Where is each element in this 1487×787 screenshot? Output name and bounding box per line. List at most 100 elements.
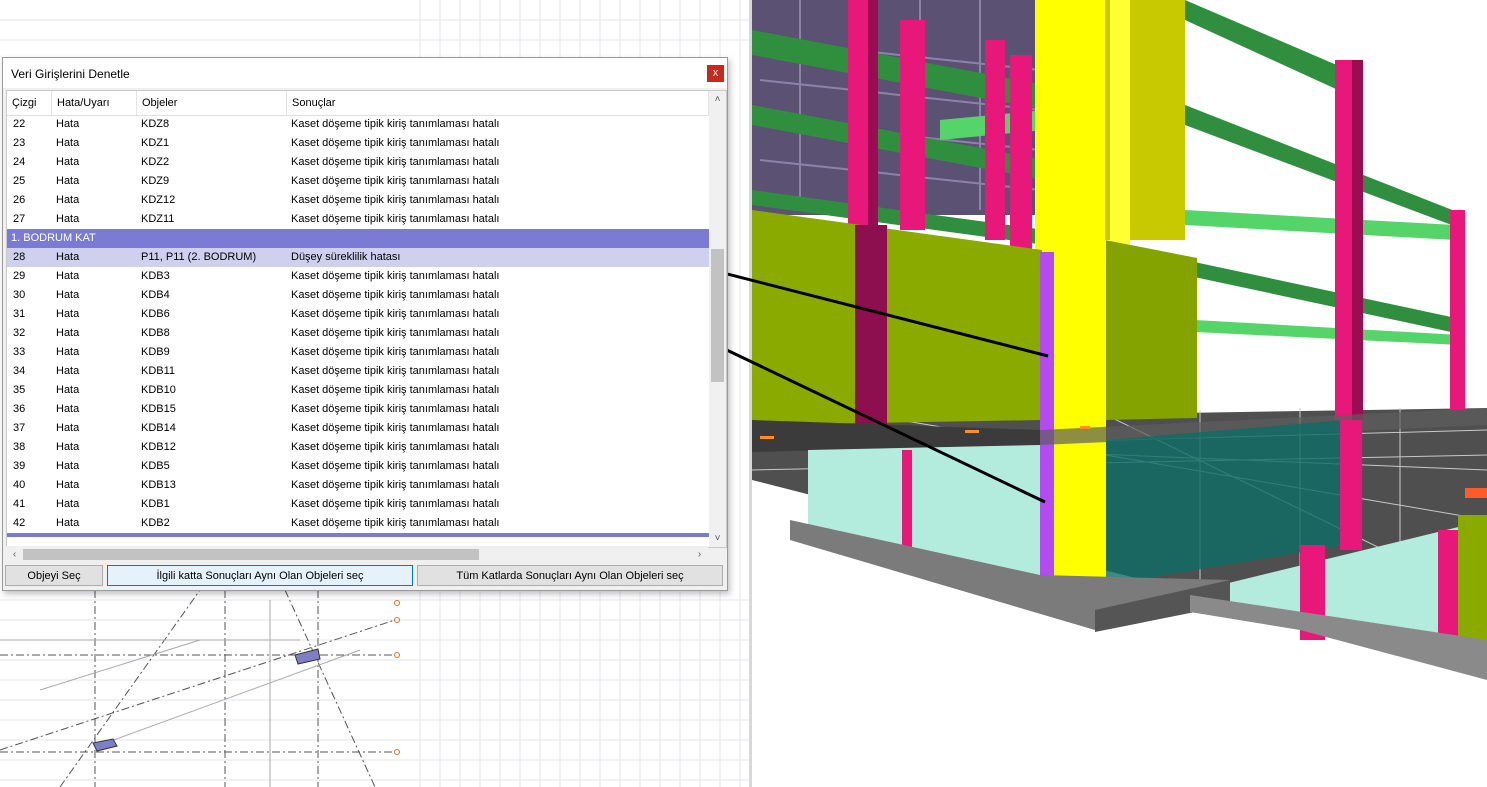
- floor-group-row[interactable]: 1. BODRUM KAT: [7, 229, 709, 248]
- result-cell: Kaset döşeme tipik kiriş tanımlaması hat…: [291, 156, 500, 168]
- table-row[interactable]: 24 Hata KDZ2 Kaset döşeme tipik kiriş tanım…: [7, 153, 709, 172]
- objects-cell: KDB9: [141, 346, 170, 358]
- type-cell: Hata: [56, 517, 80, 529]
- vertical-scroll-thumb[interactable]: [711, 249, 724, 382]
- type-cell: Hata: [56, 137, 80, 149]
- chevron-down-icon[interactable]: ˅: [709, 530, 726, 547]
- line-number-cell: 34: [13, 365, 26, 377]
- table-row[interactable]: 29 Hata KDB3 Kaset döşeme tipik kiriş tanım…: [7, 267, 709, 286]
- line-number-cell: 39: [13, 460, 26, 472]
- grid-body: 22 Hata KDZ8 Kaset döşeme tipik kiriş tanım…: [7, 115, 709, 537]
- type-cell: Hata: [56, 441, 80, 453]
- result-cell: Kaset döşeme tipik kiriş tanımlaması hat…: [291, 346, 500, 358]
- table-row[interactable]: 38 Hata KDB12 Kaset döşeme tipik kiriş tanı…: [7, 438, 709, 457]
- close-button[interactable]: x: [707, 65, 724, 82]
- type-cell: Hata: [56, 175, 80, 187]
- table-row[interactable]: 33 Hata KDB9 Kaset döşeme tipik kiriş tanım…: [7, 343, 709, 362]
- type-cell: Hata: [56, 498, 80, 510]
- line-number-cell: 42: [13, 517, 26, 529]
- result-cell: Düşey süreklilik hatası: [291, 251, 401, 263]
- result-cell: Kaset döşeme tipik kiriş tanımlaması hat…: [291, 384, 500, 396]
- objects-cell: P11, P11 (2. BODRUM): [141, 251, 257, 263]
- select-all-floors-button[interactable]: Tüm Katlarda Sonuçları Aynı Olan Objeler…: [417, 565, 723, 586]
- table-row[interactable]: 31 Hata KDB6 Kaset döşeme tipik kiriş tanım…: [7, 305, 709, 324]
- table-row[interactable]: 36 Hata KDB15 Kaset döşeme tipik kiriş tanı…: [7, 400, 709, 419]
- results-grid[interactable]: Çizgi Hata/Uyarı Objeler Sonuçlar 22 Hata…: [6, 90, 727, 548]
- objects-cell: KDZ12: [141, 194, 176, 206]
- objects-cell: KDB13: [141, 479, 176, 491]
- type-cell: Hata: [56, 403, 80, 415]
- table-row[interactable]: 27 Hata KDZ11 Kaset döşeme tipik kiriş tanı…: [7, 210, 709, 229]
- column-header-objects[interactable]: Objeler: [137, 91, 287, 115]
- table-row[interactable]: 23 Hata KDZ1 Kaset döşeme tipik kiriş tanım…: [7, 134, 709, 153]
- dialog-titlebar[interactable]: Veri Girişlerini Denetle x: [3, 58, 727, 88]
- result-cell: Kaset döşeme tipik kiriş tanımlaması hat…: [291, 460, 500, 472]
- objects-cell: KDB14: [141, 422, 176, 434]
- result-cell: Kaset döşeme tipik kiriş tanımlaması hat…: [291, 403, 500, 415]
- line-number-cell: 30: [13, 289, 26, 301]
- objects-cell: KDB1: [141, 498, 170, 510]
- result-cell: Kaset döşeme tipik kiriş tanımlaması hat…: [291, 213, 500, 225]
- objects-cell: KDB11: [141, 365, 176, 377]
- table-row[interactable]: 25 Hata KDZ9 Kaset döşeme tipik kiriş tanım…: [7, 172, 709, 191]
- objects-cell: KDZ9: [141, 175, 170, 187]
- table-row[interactable]: 26 Hata KDZ12 Kaset döşeme tipik kiriş tanı…: [7, 191, 709, 210]
- table-row[interactable]: 37 Hata KDB14 Kaset döşeme tipik kiriş tanı…: [7, 419, 709, 438]
- select-object-button[interactable]: Objeyi Seç: [5, 565, 103, 586]
- line-number-cell: 38: [13, 441, 26, 453]
- line-number-cell: 40: [13, 479, 26, 491]
- line-number-cell: 29: [13, 270, 26, 282]
- table-row[interactable]: 41 Hata KDB1 Kaset döşeme tipik kiriş tanım…: [7, 495, 709, 514]
- line-number-cell: 33: [13, 346, 26, 358]
- horizontal-scrollbar[interactable]: ‹ ›: [6, 546, 708, 563]
- line-number-cell: 41: [13, 498, 26, 510]
- type-cell: Hata: [56, 251, 80, 263]
- objects-cell: KDZ8: [141, 118, 170, 130]
- table-row[interactable]: 34 Hata KDB11 Kaset döşeme tipik kiriş tanı…: [7, 362, 709, 381]
- column-header-results[interactable]: Sonuçlar: [287, 91, 709, 115]
- chevron-right-icon[interactable]: ›: [691, 546, 708, 563]
- objects-cell: KDZ2: [141, 156, 170, 168]
- result-cell: Kaset döşeme tipik kiriş tanımlaması hat…: [291, 289, 500, 301]
- column-header-line[interactable]: Çizgi: [7, 91, 52, 115]
- line-number-cell: 22: [13, 118, 26, 130]
- table-row[interactable]: 39 Hata KDB5 Kaset döşeme tipik kiriş tanım…: [7, 457, 709, 476]
- floor-group-row[interactable]: 2. BODRUM: [7, 533, 709, 537]
- line-number-cell: 28: [13, 251, 26, 263]
- objects-cell: KDZ11: [141, 213, 175, 225]
- line-number-cell: 27: [13, 213, 26, 225]
- objects-cell: KDB8: [141, 327, 170, 339]
- chevron-up-icon[interactable]: ˄: [709, 91, 726, 108]
- chevron-left-icon[interactable]: ‹: [6, 546, 23, 563]
- dialog-title: Veri Girişlerini Denetle: [11, 67, 130, 81]
- type-cell: Hata: [56, 327, 80, 339]
- type-cell: Hata: [56, 346, 80, 358]
- result-cell: Kaset döşeme tipik kiriş tanımlaması hat…: [291, 365, 500, 377]
- table-row[interactable]: 42 Hata KDB2 Kaset döşeme tipik kiriş tanım…: [7, 514, 709, 533]
- table-row[interactable]: 35 Hata KDB10 Kaset döşeme tipik kiriş tanı…: [7, 381, 709, 400]
- line-number-cell: 23: [13, 137, 26, 149]
- type-cell: Hata: [56, 308, 80, 320]
- table-row[interactable]: 32 Hata KDB8 Kaset döşeme tipik kiriş tanım…: [7, 324, 709, 343]
- result-cell: Kaset döşeme tipik kiriş tanımlaması hat…: [291, 327, 500, 339]
- line-number-cell: 36: [13, 403, 26, 415]
- select-same-floor-button[interactable]: İlgili katta Sonuçları Aynı Olan Objeler…: [107, 565, 413, 586]
- 3d-building-model: [752, 0, 1487, 680]
- column-header-type[interactable]: Hata/Uyarı: [52, 91, 137, 115]
- type-cell: Hata: [56, 194, 80, 206]
- horizontal-scroll-thumb[interactable]: [23, 549, 479, 560]
- close-icon: x: [712, 67, 719, 79]
- table-row-selected[interactable]: 28 Hata P11, P11 (2. BODRUM) Düşey süreklil…: [7, 248, 709, 267]
- objects-cell: KDB2: [141, 517, 170, 529]
- floor-group-label: 2. BODRUM: [11, 533, 311, 537]
- result-cell: Kaset döşeme tipik kiriş tanımlaması hat…: [291, 479, 500, 491]
- vertical-scrollbar[interactable]: ˄ ˅: [709, 91, 726, 547]
- table-row[interactable]: 22 Hata KDZ8 Kaset döşeme tipik kiriş tanım…: [7, 115, 709, 134]
- check-data-dialog[interactable]: Veri Girişlerini Denetle x Çizgi Hata/Uy…: [2, 57, 728, 591]
- table-row[interactable]: 40 Hata KDB13 Kaset döşeme tipik kiriş tanı…: [7, 476, 709, 495]
- 3d-view[interactable]: [752, 0, 1487, 787]
- line-number-cell: 25: [13, 175, 26, 187]
- result-cell: Kaset döşeme tipik kiriş tanımlaması hat…: [291, 175, 500, 187]
- result-cell: Kaset döşeme tipik kiriş tanımlaması hat…: [291, 308, 500, 320]
- table-row[interactable]: 30 Hata KDB4 Kaset döşeme tipik kiriş tanım…: [7, 286, 709, 305]
